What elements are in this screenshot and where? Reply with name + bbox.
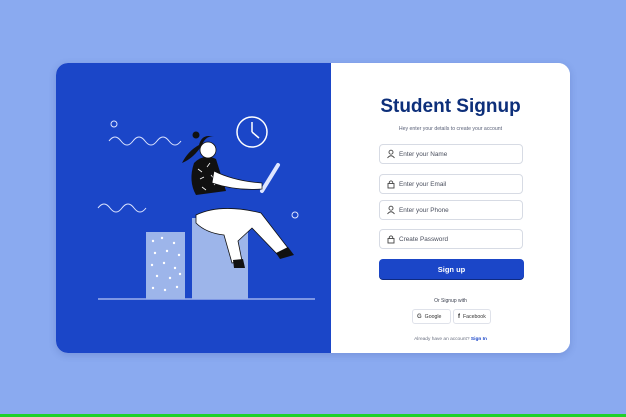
shoe (233, 259, 245, 268)
signin-prompt: Already have an account? (414, 337, 470, 342)
lock-icon (387, 235, 395, 244)
signup-card: Student Signup Hey enter your details to… (56, 63, 570, 353)
password-field[interactable] (379, 229, 523, 249)
squiggle-line (97, 203, 147, 213)
name-field[interactable] (379, 144, 523, 164)
user-icon (387, 149, 395, 159)
signin-row: Already have an account? Sign In (331, 337, 570, 342)
page-subtitle: Hey enter your details to create your ac… (398, 126, 503, 132)
email-field[interactable] (379, 174, 523, 194)
small-circle-icon (110, 120, 118, 128)
facebook-icon: f (458, 313, 460, 320)
laptop-screen (260, 163, 280, 193)
google-icon: G (417, 313, 422, 320)
phone-input[interactable] (399, 202, 517, 218)
signup-button[interactable]: Sign up (379, 259, 524, 279)
signup-form: Student Signup Hey enter your details to… (331, 63, 570, 353)
illustration-panel (56, 63, 331, 353)
small-circle-icon (291, 211, 299, 219)
facebook-label: Facebook (463, 313, 486, 320)
name-input[interactable] (399, 146, 517, 162)
user-icon (387, 205, 395, 215)
email-input[interactable] (399, 176, 517, 192)
lock-icon (387, 180, 395, 189)
google-signup-button[interactable]: G Google (412, 309, 451, 324)
hair-bun (192, 131, 200, 139)
page-title: Student Signup (380, 96, 521, 117)
signin-link[interactable]: Sign In (471, 337, 487, 342)
head (199, 141, 217, 159)
facebook-signup-button[interactable]: f Facebook (453, 309, 491, 324)
student-laptop-illustration (97, 116, 315, 300)
password-input[interactable] (399, 231, 517, 247)
google-label: Google (424, 313, 442, 320)
clock-icon (236, 116, 268, 148)
phone-field[interactable] (379, 200, 523, 220)
squiggle-line (108, 136, 182, 146)
or-signup-label: Or Signup with (434, 298, 467, 304)
